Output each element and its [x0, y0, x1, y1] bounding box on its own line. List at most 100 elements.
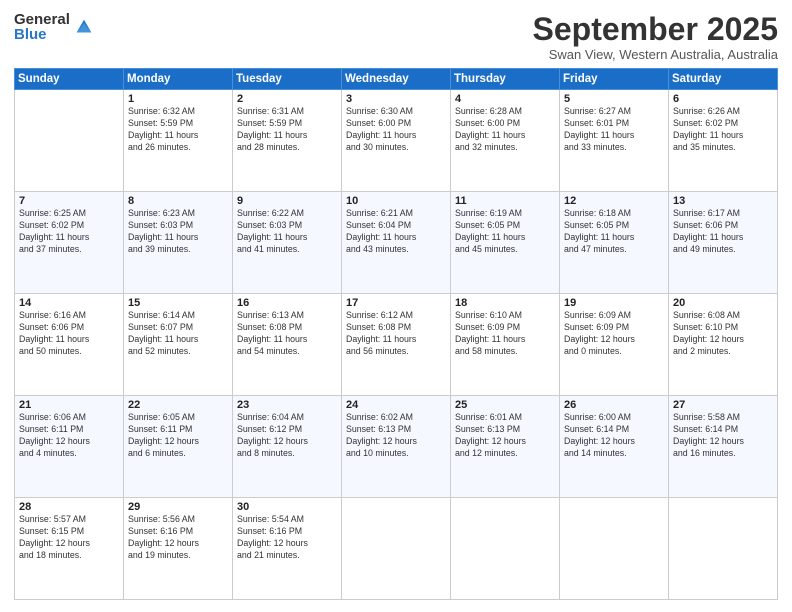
calendar-cell: 30Sunrise: 5:54 AM Sunset: 6:16 PM Dayli…	[233, 498, 342, 600]
calendar-table: SundayMondayTuesdayWednesdayThursdayFrid…	[14, 68, 778, 600]
day-number: 13	[673, 195, 773, 207]
calendar-cell: 8Sunrise: 6:23 AM Sunset: 6:03 PM Daylig…	[124, 192, 233, 294]
calendar-cell: 14Sunrise: 6:16 AM Sunset: 6:06 PM Dayli…	[15, 294, 124, 396]
day-number: 24	[346, 399, 446, 411]
calendar-cell: 20Sunrise: 6:08 AM Sunset: 6:10 PM Dayli…	[669, 294, 778, 396]
calendar-cell	[451, 498, 560, 600]
week-row-4: 21Sunrise: 6:06 AM Sunset: 6:11 PM Dayli…	[15, 396, 778, 498]
day-number: 6	[673, 93, 773, 105]
day-number: 10	[346, 195, 446, 207]
calendar-cell: 6Sunrise: 6:26 AM Sunset: 6:02 PM Daylig…	[669, 90, 778, 192]
calendar-cell	[669, 498, 778, 600]
logo-text: General Blue	[14, 12, 70, 42]
subtitle: Swan View, Western Australia, Australia	[533, 47, 778, 62]
calendar-cell: 11Sunrise: 6:19 AM Sunset: 6:05 PM Dayli…	[451, 192, 560, 294]
weekday-header-saturday: Saturday	[669, 69, 778, 90]
cell-info: Sunrise: 5:54 AM Sunset: 6:16 PM Dayligh…	[237, 514, 337, 562]
weekday-header-tuesday: Tuesday	[233, 69, 342, 90]
calendar-cell: 5Sunrise: 6:27 AM Sunset: 6:01 PM Daylig…	[560, 90, 669, 192]
day-number: 5	[564, 93, 664, 105]
day-number: 4	[455, 93, 555, 105]
cell-info: Sunrise: 6:00 AM Sunset: 6:14 PM Dayligh…	[564, 412, 664, 460]
calendar-cell: 23Sunrise: 6:04 AM Sunset: 6:12 PM Dayli…	[233, 396, 342, 498]
day-number: 8	[128, 195, 228, 207]
cell-info: Sunrise: 6:14 AM Sunset: 6:07 PM Dayligh…	[128, 310, 228, 358]
cell-info: Sunrise: 6:26 AM Sunset: 6:02 PM Dayligh…	[673, 106, 773, 154]
cell-info: Sunrise: 6:22 AM Sunset: 6:03 PM Dayligh…	[237, 208, 337, 256]
week-row-1: 1Sunrise: 6:32 AM Sunset: 5:59 PM Daylig…	[15, 90, 778, 192]
cell-info: Sunrise: 6:16 AM Sunset: 6:06 PM Dayligh…	[19, 310, 119, 358]
day-number: 9	[237, 195, 337, 207]
calendar-cell: 22Sunrise: 6:05 AM Sunset: 6:11 PM Dayli…	[124, 396, 233, 498]
day-number: 15	[128, 297, 228, 309]
day-number: 12	[564, 195, 664, 207]
day-number: 16	[237, 297, 337, 309]
cell-info: Sunrise: 6:04 AM Sunset: 6:12 PM Dayligh…	[237, 412, 337, 460]
day-number: 30	[237, 501, 337, 513]
cell-info: Sunrise: 6:21 AM Sunset: 6:04 PM Dayligh…	[346, 208, 446, 256]
cell-info: Sunrise: 6:06 AM Sunset: 6:11 PM Dayligh…	[19, 412, 119, 460]
day-number: 23	[237, 399, 337, 411]
week-row-3: 14Sunrise: 6:16 AM Sunset: 6:06 PM Dayli…	[15, 294, 778, 396]
weekday-header-friday: Friday	[560, 69, 669, 90]
day-number: 26	[564, 399, 664, 411]
calendar-cell: 24Sunrise: 6:02 AM Sunset: 6:13 PM Dayli…	[342, 396, 451, 498]
calendar-cell: 16Sunrise: 6:13 AM Sunset: 6:08 PM Dayli…	[233, 294, 342, 396]
calendar-cell: 9Sunrise: 6:22 AM Sunset: 6:03 PM Daylig…	[233, 192, 342, 294]
day-number: 17	[346, 297, 446, 309]
cell-info: Sunrise: 6:30 AM Sunset: 6:00 PM Dayligh…	[346, 106, 446, 154]
cell-info: Sunrise: 6:32 AM Sunset: 5:59 PM Dayligh…	[128, 106, 228, 154]
day-number: 7	[19, 195, 119, 207]
calendar-cell: 28Sunrise: 5:57 AM Sunset: 6:15 PM Dayli…	[15, 498, 124, 600]
logo-blue: Blue	[14, 27, 70, 42]
weekday-header-wednesday: Wednesday	[342, 69, 451, 90]
cell-info: Sunrise: 6:12 AM Sunset: 6:08 PM Dayligh…	[346, 310, 446, 358]
weekday-header-row: SundayMondayTuesdayWednesdayThursdayFrid…	[15, 69, 778, 90]
cell-info: Sunrise: 6:28 AM Sunset: 6:00 PM Dayligh…	[455, 106, 555, 154]
cell-info: Sunrise: 6:13 AM Sunset: 6:08 PM Dayligh…	[237, 310, 337, 358]
day-number: 28	[19, 501, 119, 513]
cell-info: Sunrise: 5:56 AM Sunset: 6:16 PM Dayligh…	[128, 514, 228, 562]
calendar-cell: 25Sunrise: 6:01 AM Sunset: 6:13 PM Dayli…	[451, 396, 560, 498]
day-number: 22	[128, 399, 228, 411]
cell-info: Sunrise: 6:08 AM Sunset: 6:10 PM Dayligh…	[673, 310, 773, 358]
calendar-cell: 27Sunrise: 5:58 AM Sunset: 6:14 PM Dayli…	[669, 396, 778, 498]
cell-info: Sunrise: 6:27 AM Sunset: 6:01 PM Dayligh…	[564, 106, 664, 154]
day-number: 18	[455, 297, 555, 309]
cell-info: Sunrise: 6:01 AM Sunset: 6:13 PM Dayligh…	[455, 412, 555, 460]
weekday-header-monday: Monday	[124, 69, 233, 90]
header: General Blue September 2025 Swan View, W…	[14, 12, 778, 62]
week-row-2: 7Sunrise: 6:25 AM Sunset: 6:02 PM Daylig…	[15, 192, 778, 294]
calendar-cell: 1Sunrise: 6:32 AM Sunset: 5:59 PM Daylig…	[124, 90, 233, 192]
day-number: 25	[455, 399, 555, 411]
cell-info: Sunrise: 6:09 AM Sunset: 6:09 PM Dayligh…	[564, 310, 664, 358]
cell-info: Sunrise: 6:31 AM Sunset: 5:59 PM Dayligh…	[237, 106, 337, 154]
day-number: 29	[128, 501, 228, 513]
calendar-cell	[15, 90, 124, 192]
calendar-cell: 17Sunrise: 6:12 AM Sunset: 6:08 PM Dayli…	[342, 294, 451, 396]
cell-info: Sunrise: 5:58 AM Sunset: 6:14 PM Dayligh…	[673, 412, 773, 460]
cell-info: Sunrise: 6:23 AM Sunset: 6:03 PM Dayligh…	[128, 208, 228, 256]
cell-info: Sunrise: 6:05 AM Sunset: 6:11 PM Dayligh…	[128, 412, 228, 460]
day-number: 3	[346, 93, 446, 105]
calendar-cell: 21Sunrise: 6:06 AM Sunset: 6:11 PM Dayli…	[15, 396, 124, 498]
cell-info: Sunrise: 6:25 AM Sunset: 6:02 PM Dayligh…	[19, 208, 119, 256]
logo: General Blue	[14, 12, 95, 42]
calendar-cell: 15Sunrise: 6:14 AM Sunset: 6:07 PM Dayli…	[124, 294, 233, 396]
cell-info: Sunrise: 6:19 AM Sunset: 6:05 PM Dayligh…	[455, 208, 555, 256]
calendar-cell	[560, 498, 669, 600]
calendar-cell: 18Sunrise: 6:10 AM Sunset: 6:09 PM Dayli…	[451, 294, 560, 396]
day-number: 11	[455, 195, 555, 207]
calendar-cell: 29Sunrise: 5:56 AM Sunset: 6:16 PM Dayli…	[124, 498, 233, 600]
calendar-cell: 7Sunrise: 6:25 AM Sunset: 6:02 PM Daylig…	[15, 192, 124, 294]
calendar-cell: 13Sunrise: 6:17 AM Sunset: 6:06 PM Dayli…	[669, 192, 778, 294]
calendar-cell	[342, 498, 451, 600]
calendar-cell: 3Sunrise: 6:30 AM Sunset: 6:00 PM Daylig…	[342, 90, 451, 192]
month-title: September 2025	[533, 12, 778, 47]
page: General Blue September 2025 Swan View, W…	[0, 0, 792, 612]
day-number: 27	[673, 399, 773, 411]
day-number: 1	[128, 93, 228, 105]
weekday-header-thursday: Thursday	[451, 69, 560, 90]
logo-icon	[73, 16, 95, 38]
day-number: 21	[19, 399, 119, 411]
